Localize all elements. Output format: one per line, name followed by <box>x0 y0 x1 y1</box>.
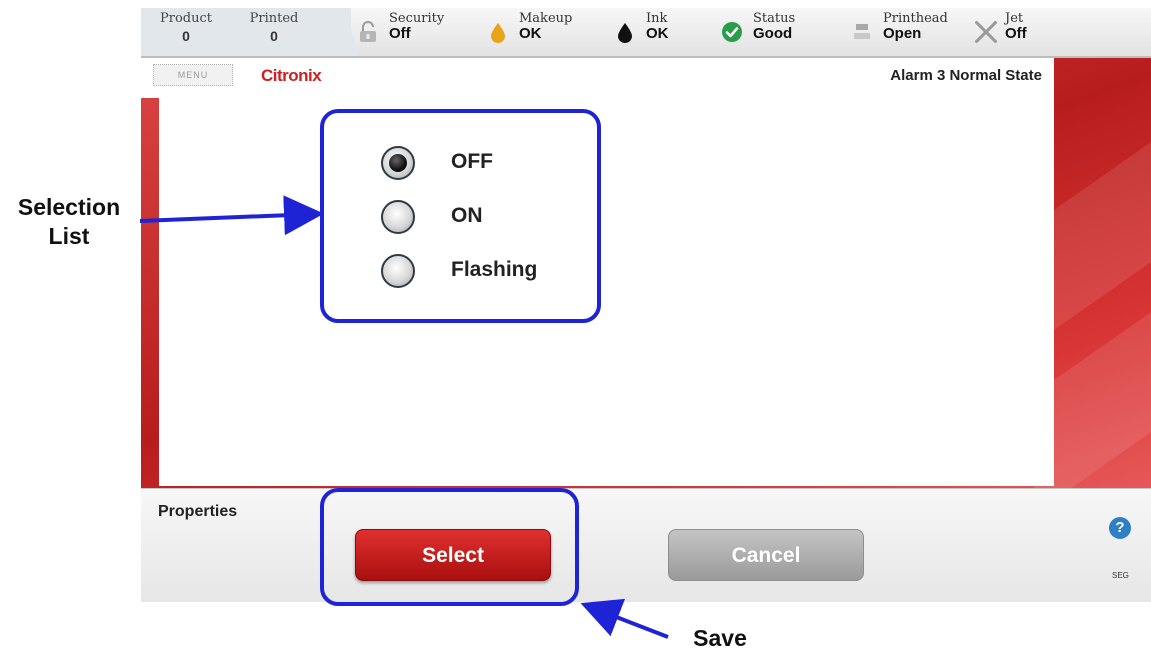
ink-value: OK <box>646 25 669 42</box>
mini-label: SEG <box>1112 571 1129 580</box>
save-arrow <box>580 598 669 639</box>
status-label: Status <box>753 11 796 26</box>
product-counter: Product 0 <box>151 11 221 44</box>
status-value: Good <box>753 25 793 42</box>
jet-value: Off <box>1005 25 1027 42</box>
printhead-icon <box>854 24 870 39</box>
ink-label: Ink <box>646 11 668 26</box>
content-panel: OFF ON Flashing <box>159 94 1054 486</box>
printhead-status[interactable]: Printhead Open <box>851 12 971 52</box>
makeup-label: Makeup <box>519 11 573 26</box>
save-callout <box>320 488 579 606</box>
printed-counter: Printed 0 <box>239 11 309 44</box>
printed-counter-label: Printed <box>249 11 299 26</box>
jet-label: Jet <box>1005 11 1024 26</box>
page-title: Alarm 3 Normal State <box>890 67 1042 84</box>
printed-counter-value: 0 <box>270 28 278 44</box>
product-counter-label: Product <box>160 11 212 26</box>
menu-button[interactable]: MENU <box>153 64 233 86</box>
save-annotation: Save <box>693 625 747 651</box>
menu-row: MENU Citronix Alarm 3 Normal State <box>141 58 1054 98</box>
cancel-button[interactable]: Cancel <box>668 529 864 581</box>
jet-status[interactable]: Jet Off <box>973 12 1063 52</box>
selection-list-annotation: Selection List <box>17 194 121 249</box>
printhead-value: Open <box>883 25 922 42</box>
ink-status[interactable]: Ink OK <box>614 12 704 52</box>
product-counter-value: 0 <box>182 28 190 44</box>
device-screen: Product 0 Printed 0 Security Off Makeup … <box>141 8 1151 602</box>
lock-icon <box>360 21 376 42</box>
system-status[interactable]: Status Good <box>721 12 831 52</box>
logo-text: Citronix <box>261 66 322 85</box>
status-bar: Product 0 Printed 0 Security Off Makeup … <box>141 8 1151 58</box>
security-status[interactable]: Security Off <box>357 12 467 52</box>
makeup-status[interactable]: Makeup OK <box>487 12 587 52</box>
properties-bar: Properties Select Cancel ? SEG <box>141 488 1151 602</box>
check-circle-icon <box>722 22 742 42</box>
security-value: Off <box>389 25 411 42</box>
help-icon[interactable]: ? <box>1109 517 1131 539</box>
droplet-icon <box>618 23 632 43</box>
selection-list-callout <box>320 109 601 323</box>
x-icon <box>975 21 997 43</box>
citronix-logo: Citronix <box>261 66 322 86</box>
printhead-label: Printhead <box>883 11 948 26</box>
security-label: Security <box>389 11 445 26</box>
properties-label: Properties <box>158 503 238 520</box>
droplet-icon <box>491 23 505 43</box>
makeup-value: OK <box>519 25 542 42</box>
